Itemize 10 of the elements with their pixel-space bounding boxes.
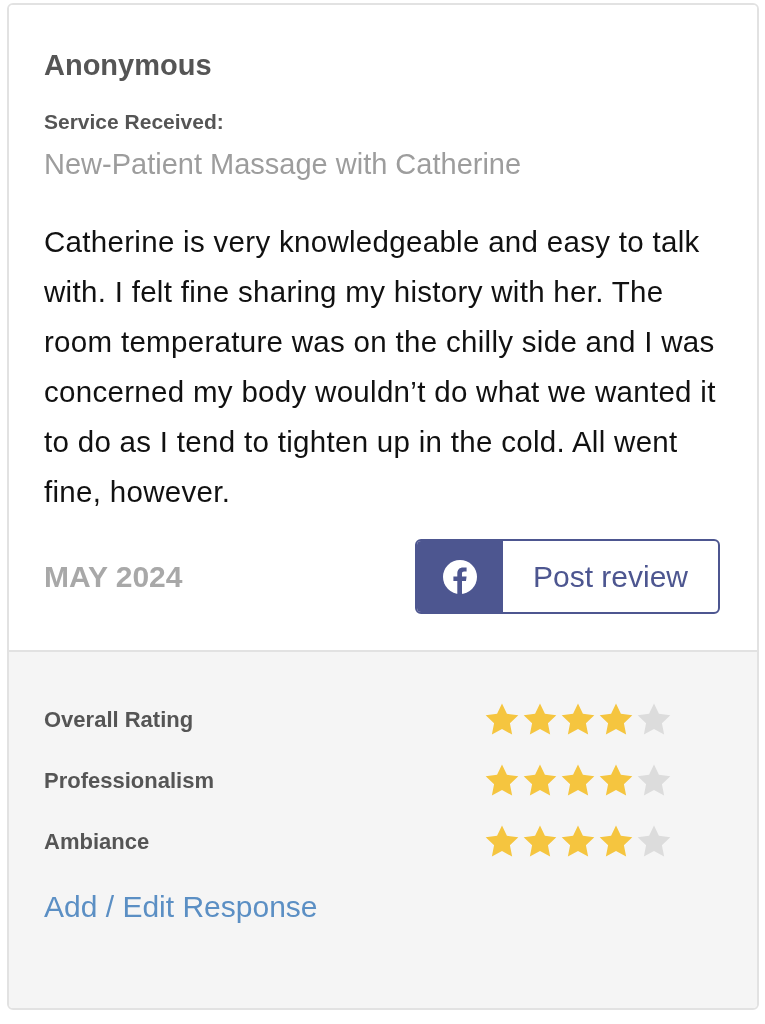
review-date: MAY 2024	[44, 559, 183, 594]
post-review-button[interactable]: Post review	[415, 539, 720, 614]
rating-label: Ambiance	[44, 828, 150, 855]
rating-label: Professionalism	[44, 767, 214, 794]
service-name: New-Patient Massage with Catherine	[44, 148, 523, 181]
service-label: Service Received:	[44, 110, 225, 134]
facebook-icon	[443, 559, 477, 594]
rating-label: Overall Rating	[44, 706, 194, 733]
reviewer-name: Anonymous	[44, 49, 213, 82]
review-text: Catherine is very knowledgeable and easy to talk with. I felt fine sharing my history with her. The room temperature was on the chilly side and I was concerned my body wouldn’t do what we wanted it to do as I tend to tighten up in the cold. All went fine, however.	[44, 224, 717, 510]
